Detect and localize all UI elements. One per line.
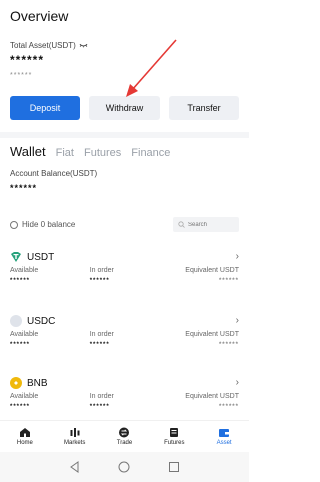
in-order-label: In order [89,393,114,400]
search-icon [178,221,185,228]
section-divider [0,132,249,138]
in-order-label: In order [89,267,114,274]
nav-futures[interactable]: Futures [154,427,194,446]
total-asset-value: ****** [10,53,45,67]
back-icon[interactable] [69,461,81,473]
account-tabs: Wallet Fiat Futures Finance [10,144,170,159]
total-asset-fiat-value: ****** [10,72,33,79]
page-title: Overview [10,8,69,24]
trade-icon [119,427,130,438]
tab-wallet[interactable]: Wallet [10,144,46,159]
withdraw-button[interactable]: Withdraw [89,96,160,120]
usdc-coin-icon [10,315,22,327]
in-order-value: ****** [89,404,110,410]
nav-label: Trade [116,440,133,446]
bnb-coin-icon [10,377,22,389]
chevron-right-icon[interactable]: › [236,377,239,388]
nav-label: Home [16,440,33,446]
home-icon [19,428,30,437]
in-order-value: ****** [89,278,110,284]
nav-markets[interactable]: Markets [55,427,95,446]
usdt-coin-icon [10,251,22,263]
asset-search[interactable] [173,217,239,232]
asset-name: BNB [27,377,48,389]
chevron-right-icon[interactable]: › [236,251,239,262]
available-value: ****** [10,278,31,284]
equivalent-label: Equivalent USDT [185,331,239,338]
nav-home[interactable]: Home [5,427,45,446]
asset-icon [219,429,230,437]
total-asset-label: Total Asset(USDT) [10,41,76,50]
available-label: Available [10,393,39,400]
available-value: ****** [10,342,31,348]
futures-icon [170,428,179,437]
available-label: Available [10,267,39,274]
account-balance-label: Account Balance(USDT) [10,169,98,178]
radio-icon[interactable] [10,220,18,229]
nav-label: Markets [64,440,86,446]
nav-asset[interactable]: Asset [204,427,244,446]
tab-fiat[interactable]: Fiat [56,147,74,159]
bottom-nav: Home Markets Trade Futures Asset [0,420,249,452]
home-circle-icon[interactable] [118,461,130,473]
nav-label: Asset [216,440,232,446]
chevron-right-icon[interactable]: › [236,315,239,326]
system-nav-bar [0,452,249,482]
hide-zero-balance-label: Hide 0 balance [22,220,76,229]
hide-zero-balance-toggle[interactable]: Hide 0 balance [10,220,75,229]
available-value: ****** [10,404,31,410]
equivalent-value: ****** [218,404,239,410]
asset-name: USDC [27,315,56,327]
tab-finance[interactable]: Finance [131,147,170,159]
transfer-button[interactable]: Transfer [169,96,239,120]
recent-apps-icon[interactable] [168,461,180,473]
asset-row-usdt[interactable]: USDT › Available ****** In order ****** Eq… [0,251,249,311]
account-balance-value: ****** [10,183,38,193]
total-asset-label-row: Total Asset(USDT) [10,41,88,50]
search-input[interactable] [188,221,234,228]
equivalent-value: ****** [218,278,239,284]
nav-trade[interactable]: Trade [104,427,144,446]
in-order-label: In order [89,331,114,338]
deposit-button[interactable]: Deposit [10,96,80,120]
annotation-arrow [126,39,177,97]
in-order-value: ****** [89,342,110,348]
eye-hidden-icon[interactable] [79,43,88,48]
equivalent-value: ****** [218,342,239,348]
tab-futures[interactable]: Futures [84,147,121,159]
available-label: Available [10,331,39,338]
nav-label: Futures [164,440,185,446]
equivalent-label: Equivalent USDT [185,267,239,274]
markets-icon [70,428,80,437]
asset-name: USDT [27,251,55,263]
equivalent-label: Equivalent USDT [185,393,239,400]
asset-row-usdc[interactable]: USDC › Available ****** In order ****** Eq… [0,315,249,375]
